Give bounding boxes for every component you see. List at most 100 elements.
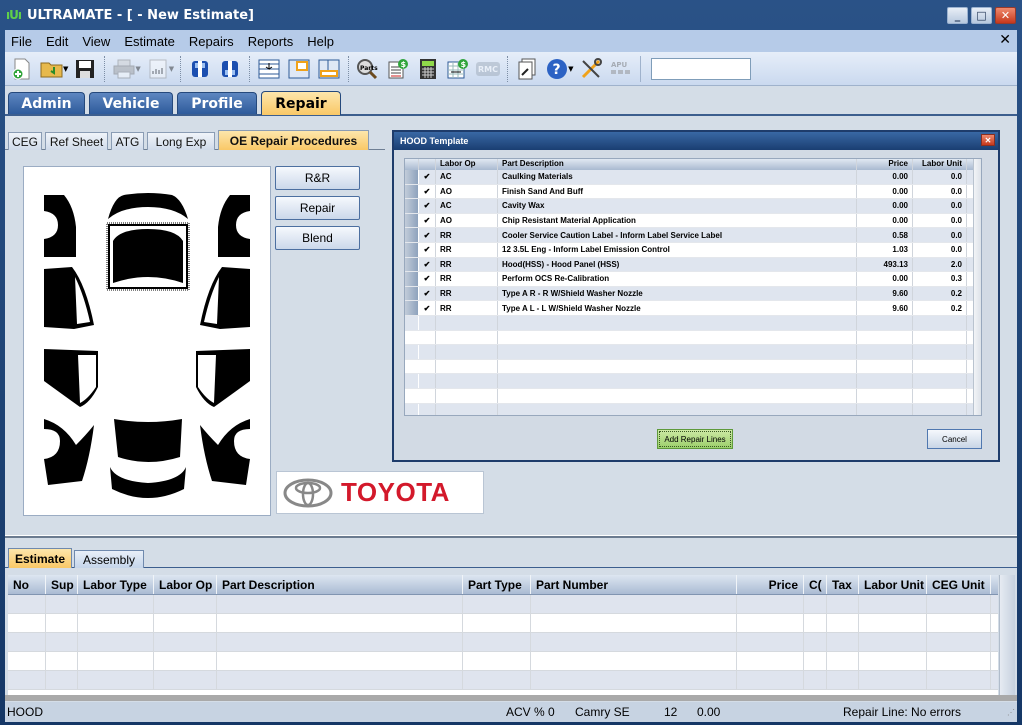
table-row[interactable] — [8, 652, 998, 671]
report-dropdown-icon[interactable]: ▼ — [169, 65, 174, 73]
menu-reports[interactable]: Reports — [248, 34, 294, 49]
template-row[interactable] — [405, 403, 981, 415]
blend-button[interactable]: Blend — [275, 226, 360, 250]
rr-button[interactable]: R&R — [275, 166, 360, 190]
table-row[interactable] — [8, 595, 998, 614]
open-folder-icon[interactable] — [40, 57, 64, 81]
row-checkbox-icon[interactable] — [419, 388, 436, 403]
row-checkbox-icon[interactable]: ✔ — [419, 184, 436, 199]
row-checkbox-icon[interactable] — [419, 359, 436, 374]
document-tool-icon[interactable] — [515, 57, 539, 81]
template-table-scrollbar[interactable] — [973, 159, 981, 415]
tab-assembly[interactable]: Assembly — [74, 550, 144, 568]
template-row[interactable] — [405, 315, 981, 331]
tab-oe-repair-procedures[interactable]: OE Repair Procedures — [218, 130, 369, 150]
add-repair-lines-button[interactable]: Add Repair Lines — [657, 429, 733, 449]
col-price[interactable]: Price — [857, 159, 913, 170]
row-checkbox-icon[interactable]: ✔ — [419, 199, 436, 213]
minimize-button[interactable]: _ — [947, 7, 968, 24]
template-row[interactable]: ✔ AC Cavity Wax 0.00 0.0 — [405, 199, 981, 214]
report-icon[interactable] — [146, 57, 170, 81]
row-checkbox-icon[interactable]: ✔ — [419, 213, 436, 228]
estimate-grid-hscrollbar[interactable] — [5, 695, 1017, 701]
col-part-type[interactable]: Part Type — [463, 575, 531, 594]
template-row[interactable]: ✔ RR Perform OCS Re-Calibration 0.00 0.3 — [405, 272, 981, 287]
col-labor-op[interactable]: Labor Op — [154, 575, 217, 594]
resize-grip-icon[interactable]: ⋰ — [1007, 708, 1015, 717]
col-labor-type[interactable]: Labor Type — [78, 575, 154, 594]
row-checkbox-icon[interactable] — [419, 345, 436, 359]
pane-splitter[interactable] — [5, 535, 1017, 538]
tools-icon[interactable] — [579, 57, 603, 81]
menu-edit[interactable]: Edit — [46, 34, 68, 49]
table-row[interactable] — [8, 614, 998, 633]
tab-long-exp[interactable]: Long Exp — [147, 132, 215, 150]
col-ceg-unit[interactable]: CEG Unit — [927, 575, 991, 594]
layout-bottom-icon[interactable] — [317, 57, 341, 81]
col-labor-unit[interactable]: Labor Unit — [913, 159, 967, 170]
row-selector[interactable] — [405, 388, 419, 403]
row-checkbox-icon[interactable] — [419, 315, 436, 330]
row-selector[interactable] — [405, 257, 419, 272]
col-part-description[interactable]: Part Description — [217, 575, 463, 594]
save-icon[interactable] — [73, 57, 97, 81]
close-window-button[interactable]: ✕ — [995, 7, 1016, 24]
row-selector[interactable] — [405, 286, 419, 301]
row-checkbox-icon[interactable]: ✔ — [419, 301, 436, 315]
row-checkbox-icon[interactable] — [419, 403, 436, 415]
col-labor-unit[interactable]: Labor Unit — [859, 575, 927, 594]
calculator-icon[interactable] — [416, 57, 440, 81]
template-row[interactable]: ✔ AC Caulking Materials 0.00 0.0 — [405, 170, 981, 185]
print-dropdown-icon[interactable]: ▼ — [135, 65, 140, 73]
row-checkbox-icon[interactable]: ✔ — [419, 242, 436, 257]
row-checkbox-icon[interactable] — [419, 330, 436, 345]
tab-repair[interactable]: Repair — [261, 91, 341, 115]
template-row[interactable]: ✔ RR 12 3.5L Eng - Inform Label Emission C… — [405, 242, 981, 258]
vehicle-front-icon[interactable] — [188, 57, 212, 81]
layout-top-icon[interactable] — [287, 57, 311, 81]
row-selector[interactable] — [405, 330, 419, 345]
row-selector[interactable] — [405, 403, 419, 415]
row-selector[interactable] — [405, 170, 419, 184]
template-row[interactable]: ✔ AO Finish Sand And Buff 0.00 0.0 — [405, 184, 981, 200]
row-selector[interactable] — [405, 301, 419, 315]
new-estimate-icon[interactable] — [10, 57, 34, 81]
template-row[interactable] — [405, 345, 981, 360]
template-row[interactable]: ✔ RR Hood(HSS) - Hood Panel (HSS) 493.13 2.0 — [405, 257, 981, 273]
row-checkbox-icon[interactable]: ✔ — [419, 170, 436, 184]
row-selector[interactable] — [405, 374, 419, 388]
col-tax[interactable]: Tax — [827, 575, 859, 594]
estimate-grid-scrollbar[interactable] — [999, 575, 1015, 695]
row-selector[interactable] — [405, 242, 419, 257]
template-row[interactable] — [405, 330, 981, 346]
template-row[interactable] — [405, 374, 981, 389]
row-selector[interactable] — [405, 359, 419, 374]
col-part-description[interactable]: Part Description — [498, 159, 857, 170]
row-checkbox-icon[interactable]: ✔ — [419, 228, 436, 242]
print-icon[interactable] — [112, 57, 136, 81]
tab-vehicle[interactable]: Vehicle — [89, 92, 173, 114]
template-row[interactable] — [405, 388, 981, 404]
menu-help[interactable]: Help — [307, 34, 334, 49]
vehicle-rear-icon[interactable] — [218, 57, 242, 81]
col-part-number[interactable]: Part Number — [531, 575, 737, 594]
col-labor-op[interactable]: Labor Op — [436, 159, 498, 170]
tab-estimate[interactable]: Estimate — [8, 548, 72, 568]
tab-profile[interactable]: Profile — [177, 92, 257, 114]
help-icon[interactable]: ? — [545, 57, 569, 81]
table-row[interactable] — [8, 633, 998, 652]
menu-view[interactable]: View — [82, 34, 110, 49]
row-selector[interactable] — [405, 345, 419, 359]
cancel-button[interactable]: Cancel — [927, 429, 982, 449]
menu-estimate[interactable]: Estimate — [124, 34, 175, 49]
tab-ceg[interactable]: CEG — [8, 132, 42, 150]
toolbar-search-input[interactable] — [650, 57, 751, 80]
row-selector[interactable] — [405, 315, 419, 330]
row-checkbox-icon[interactable]: ✔ — [419, 272, 436, 286]
col-price[interactable]: Price — [737, 575, 804, 594]
menu-file[interactable]: File — [11, 34, 32, 49]
table-row[interactable] — [8, 671, 998, 690]
row-selector[interactable] — [405, 199, 419, 213]
template-row[interactable]: ✔ RR Cooler Service Caution Label - Inform… — [405, 228, 981, 243]
price-list-icon[interactable]: $ — [386, 57, 410, 81]
